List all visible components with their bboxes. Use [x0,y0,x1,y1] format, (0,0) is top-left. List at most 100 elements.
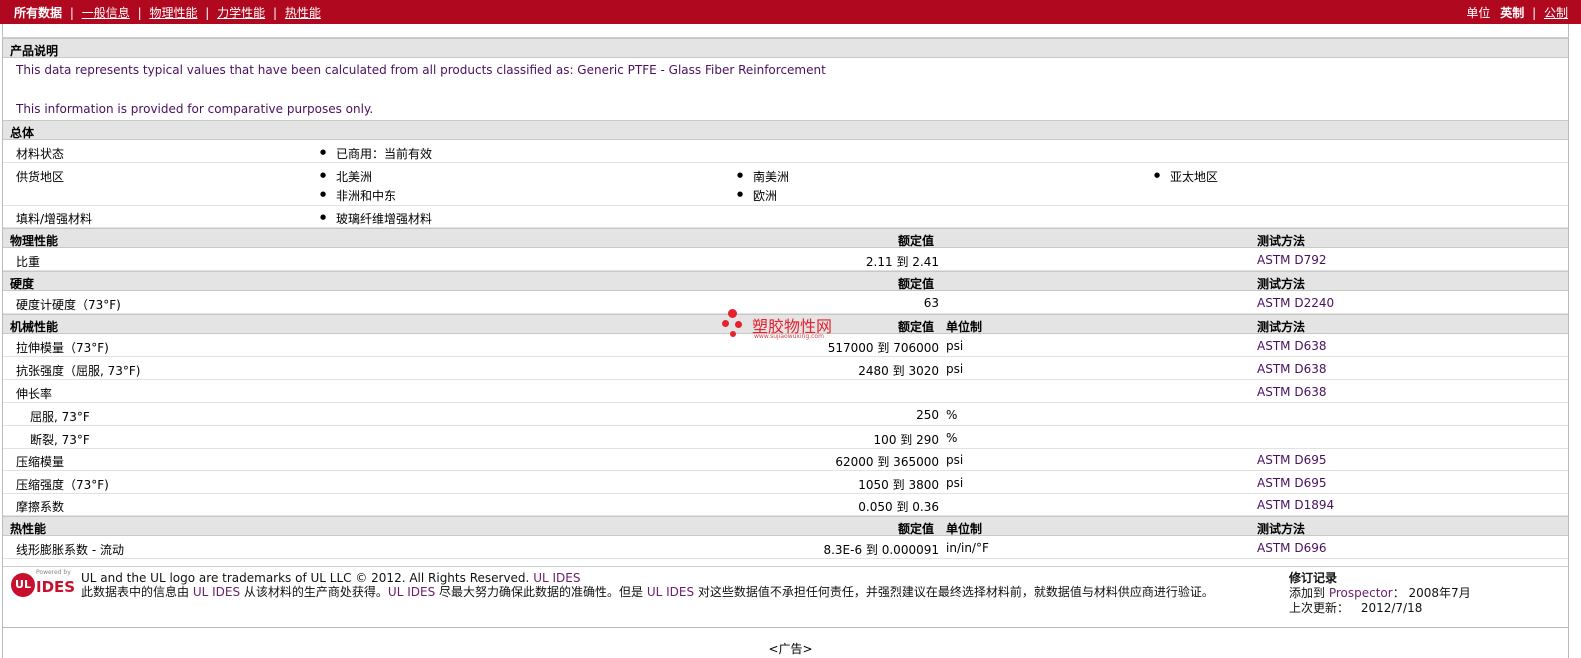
filler-item: 玻璃纤维增强材料 [320,210,432,227]
top-nav-bar: 所有数据 | 一般信息 | 物理性能 | 力学性能 | 热性能 单位 英制 | … [0,0,1581,24]
description-text: This data represents typical values that… [16,63,826,77]
table-row: 断裂, 73°F 100 到 290 % [3,427,1568,449]
status-item: 已商用：当前有效 [320,145,432,162]
nav-separator: | [1532,6,1537,20]
row-material-status: 材料状态 已商用：当前有效 [3,141,1568,163]
added-label: 添加到 [1289,586,1329,600]
disclaimer-part: 此数据表中的信息由 [81,585,193,599]
property-unit: % [946,431,958,445]
table-row: 线形膨胀系数 - 流动 8.3E-6 到 0.000091 in/in/°F A… [3,537,1568,559]
region-item: 亚太地区 [1154,168,1218,185]
header-method: 测试方法 [1257,320,1306,334]
unit-switcher: 单位 英制 | 公制 [1466,4,1568,21]
property-unit: psi [946,362,964,376]
nav-all-data[interactable]: 所有数据 [14,6,62,20]
nav-separator: | [273,6,278,20]
nav-link-physical[interactable]: 物理性能 [149,6,197,20]
header-nominal: 额定值 [898,234,935,248]
footer: UL Powered by IDES UL and the UL logo ar… [3,566,1568,628]
property-label: 比重 [16,255,41,269]
ul-ides-link[interactable]: UL IDES [193,585,240,599]
property-value: 100 到 290 [873,433,939,447]
property-unit: % [946,408,958,422]
section-title: 总体 [10,126,35,140]
test-method: ASTM D638 [1257,362,1327,376]
ul-ides-link[interactable]: UL IDES [388,585,435,599]
property-value: 1050 到 3800 [858,478,939,492]
property-value: 2.11 到 2.41 [865,255,939,269]
header-method: 测试方法 [1257,277,1306,291]
added-date: ： 2008年7月 [1392,586,1471,600]
unit-metric-link[interactable]: 公制 [1544,6,1568,20]
watermark-dot [730,331,736,337]
property-value: 63 [923,296,939,310]
nav-link-mechanical[interactable]: 力学性能 [217,6,265,20]
test-method: ASTM D695 [1257,476,1327,490]
disclaimer-part: 尽最大努力确保此数据的准确性。但是 [435,585,647,599]
revision-updated: 上次更新： 2012/7/18 [1289,601,1549,616]
nav-link-general[interactable]: 一般信息 [82,6,130,20]
property-value: 62000 到 365000 [835,455,939,469]
nav-link-thermal[interactable]: 热性能 [285,6,321,20]
property-unit: in/in/°F [946,541,989,555]
test-method: ASTM D695 [1257,453,1327,467]
header-nominal: 额定值 [898,320,935,334]
property-sublabel: 屈服, 73°F [30,410,90,424]
region-item: 北美洲 [320,168,372,185]
section-title: 机械性能 [10,320,59,334]
section-title: 产品说明 [10,44,59,58]
description-note: This information is provided for compara… [16,102,374,116]
property-label: 压缩模量 [16,455,65,469]
table-row: 抗张强度（屈服, 73°F) 2480 到 3020 psi ASTM D638 [3,358,1568,380]
trademark-text: UL and the UL logo are trademarks of UL … [81,571,580,585]
nav-separator: | [69,6,74,20]
row-label: 填料/增强材料 [16,212,93,226]
nav-separator: | [137,6,142,20]
disclaimer-part: 从该材料的生产商处获得。 [240,585,388,599]
property-label: 伸长率 [16,387,53,401]
region-item: 欧洲 [737,187,777,204]
property-value: 0.050 到 0.36 [858,500,939,514]
section-header-physical: 物理性能 额定值 测试方法 [3,228,1568,248]
section-header-general: 总体 [3,120,1568,140]
section-title: 热性能 [10,522,47,536]
property-label: 线形膨胀系数 - 流动 [16,543,124,557]
property-value: 8.3E-6 到 0.000091 [823,543,939,557]
revision-added: 添加到 Prospector： 2008年7月 [1289,586,1549,601]
header-method: 测试方法 [1257,234,1306,248]
revision-title: 修订记录 [1289,571,1338,585]
header-nominal: 额定值 [898,277,935,291]
updated-label: 上次更新： [1289,601,1350,615]
header-method: 测试方法 [1257,522,1306,536]
test-method: ASTM D1894 [1257,498,1335,512]
section-header-thermal: 热性能 额定值 单位制 测试方法 [3,516,1568,536]
ul-ides-link[interactable]: UL IDES [533,571,580,585]
property-label: 压缩强度（73°F) [16,478,109,492]
revision-history: 修订记录 添加到 Prospector： 2008年7月 上次更新： 2012/… [1289,571,1549,616]
table-row: 伸长率 ASTM D638 [3,381,1568,403]
test-method: ASTM D696 [1257,541,1327,555]
header-nominal: 额定值 [898,522,935,536]
header-unit: 单位制 [946,320,983,334]
section-title: 物理性能 [10,234,59,248]
property-value: 2480 到 3020 [858,364,939,378]
watermark-logo: 塑胶物性网 www.sujiaowuxing.com [720,305,880,345]
section-header-hardness: 硬度 额定值 测试方法 [3,271,1568,291]
row-label: 材料状态 [16,147,65,161]
row-filler: 填料/增强材料 玻璃纤维增强材料 [3,206,1568,228]
test-method: ASTM D638 [1257,385,1327,399]
property-unit: psi [946,453,964,467]
ul-ides-link[interactable]: UL IDES [647,585,694,599]
logo-powered-text: Powered by [36,569,71,576]
property-sublabel: 断裂, 73°F [30,433,90,447]
section-header-description: 产品说明 [3,38,1568,58]
table-row: 屈服, 73°F 250 % [3,404,1568,426]
test-method: ASTM D792 [1257,253,1327,267]
section-title: 硬度 [10,277,35,291]
prospector-link[interactable]: Prospector [1329,586,1393,600]
region-item: 南美洲 [737,168,789,185]
property-label: 摩擦系数 [16,500,65,514]
property-value: 250 [916,408,939,422]
trademark-statement: UL and the UL logo are trademarks of UL … [81,571,530,585]
units-label: 单位 [1466,6,1491,20]
